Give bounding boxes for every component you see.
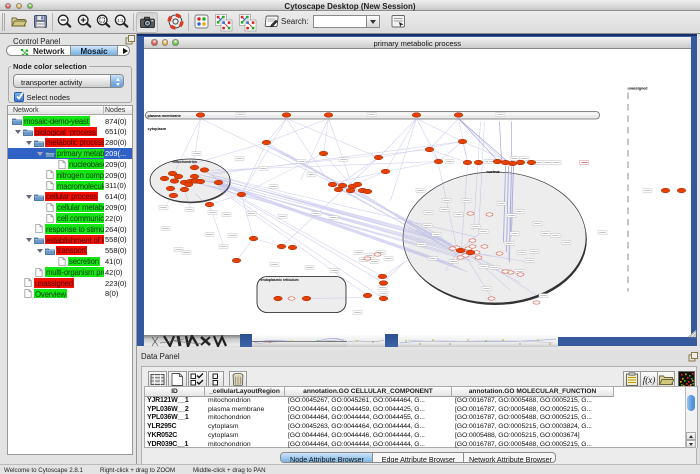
svg-text:f(x): f(x) (643, 375, 656, 385)
svg-text:unassigned: unassigned (627, 86, 647, 90)
svg-text:nucleus: nucleus (486, 170, 499, 174)
svg-text:endoplasmic reticulum: endoplasmic reticulum (260, 278, 298, 282)
svg-text:1:1: 1:1 (117, 18, 124, 23)
svg-text:plasma membrane: plasma membrane (147, 114, 180, 118)
svg-text:cytoplasm: cytoplasm (147, 127, 166, 131)
